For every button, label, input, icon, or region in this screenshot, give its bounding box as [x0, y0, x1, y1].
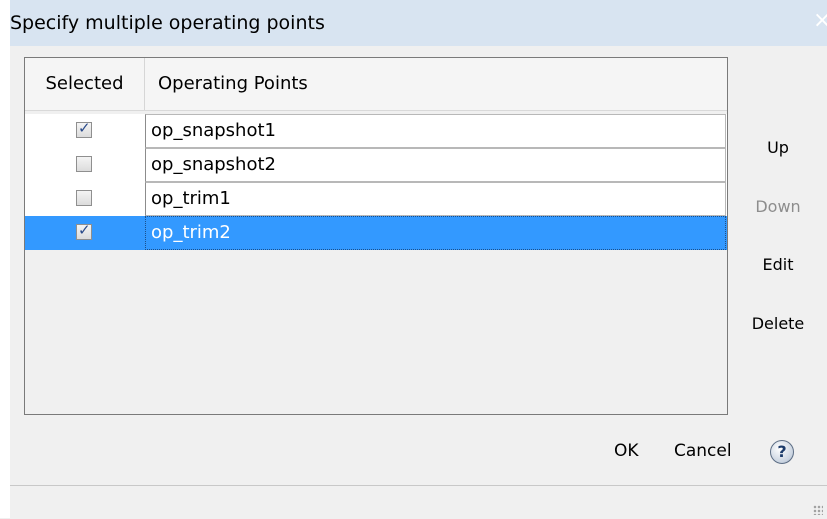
close-icon[interactable]: × [813, 8, 827, 33]
column-header-operating-points[interactable]: Operating Points [146, 58, 726, 110]
delete-button[interactable]: Delete [738, 313, 818, 334]
table-row[interactable]: op_trim1 [25, 182, 727, 216]
row-checkbox[interactable]: ✓ [76, 221, 92, 240]
check-icon: ✓ [78, 119, 91, 137]
status-bar [10, 485, 827, 519]
row-checkbox[interactable]: ✓ [76, 119, 92, 138]
table-header: Selected Operating Points [25, 58, 727, 111]
check-icon: ✓ [78, 221, 91, 239]
up-button[interactable]: Up [738, 137, 818, 158]
row-checkbox[interactable] [76, 190, 92, 206]
window-left-edge [0, 0, 10, 518]
operating-point-name[interactable]: op_trim2 [145, 216, 726, 250]
operating-point-name[interactable]: op_snapshot1 [145, 114, 726, 148]
edit-button[interactable]: Edit [738, 254, 818, 275]
operating-points-table: Selected Operating Points ✓ op_snapshot1… [24, 57, 728, 415]
table-row[interactable]: ✓ op_snapshot1 [25, 114, 727, 148]
row-checkbox[interactable] [76, 156, 92, 172]
selected-cell: ✓ [25, 216, 145, 250]
column-header-selected[interactable]: Selected [25, 58, 145, 110]
dialog-title: Specify multiple operating points [10, 12, 325, 34]
selected-cell: ✓ [25, 114, 145, 148]
down-button[interactable]: Down [738, 196, 818, 217]
selected-cell [25, 148, 145, 182]
help-icon[interactable]: ? [770, 440, 794, 464]
operating-point-name[interactable]: op_trim1 [145, 182, 726, 216]
resize-grip-icon[interactable] [813, 505, 823, 515]
cancel-button[interactable]: Cancel [674, 441, 732, 461]
table-row[interactable]: op_snapshot2 [25, 148, 727, 182]
table-row-selected[interactable]: ✓ op_trim2 [25, 216, 727, 250]
ok-button[interactable]: OK [614, 441, 639, 461]
operating-point-name[interactable]: op_snapshot2 [145, 148, 726, 182]
title-bar[interactable]: Specify multiple operating points × [10, 0, 827, 46]
selected-cell [25, 182, 145, 216]
